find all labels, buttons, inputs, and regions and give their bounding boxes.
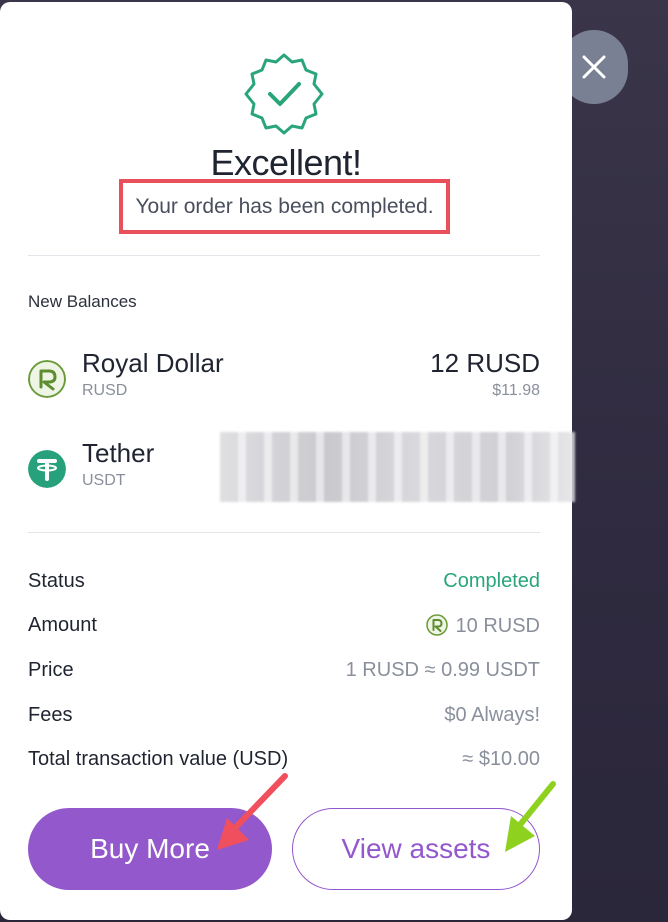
asset-usd-value: $11.98 [492, 382, 540, 399]
page-title: Excellent! [210, 142, 362, 183]
royal-dollar-icon [425, 614, 448, 636]
detail-label: Fees [28, 704, 73, 726]
close-icon [582, 55, 606, 79]
order-status-message: Your order has been completed. [119, 179, 450, 234]
detail-row-price: Price 1 RUSD ≈ 0.99 USDT [28, 659, 540, 689]
detail-label: Price [28, 659, 74, 681]
redacted-balance [220, 432, 575, 502]
amount-value: 10 RUSD [455, 615, 540, 637]
detail-value: ≈ $10.00 [462, 748, 540, 770]
asset-code: USDT [82, 472, 126, 489]
red-arrow-annotation-icon [217, 773, 288, 850]
asset-code: RUSD [82, 382, 128, 399]
detail-value: 10 RUSD [425, 614, 540, 638]
detail-row-fees: Fees $0 Always! [28, 704, 540, 734]
balance-row-rusd: Royal Dollar RUSD 12 RUSD $11.98 [28, 348, 540, 408]
order-status-text: Your order has been completed. [135, 194, 434, 218]
detail-row-amount: Amount 10 RUSD [28, 614, 540, 644]
asset-amount: 12 RUSD [430, 348, 540, 378]
detail-row-status: Status Completed [28, 570, 540, 600]
new-balances-label: New Balances [28, 292, 137, 311]
success-badge-icon [244, 53, 324, 135]
detail-value: $0 Always! [444, 704, 540, 726]
royal-dollar-icon [28, 360, 66, 398]
detail-label: Amount [28, 614, 97, 636]
tether-icon [28, 450, 66, 488]
status-badge: Completed [443, 570, 540, 592]
detail-label: Total transaction value (USD) [28, 748, 289, 770]
detail-value: 1 RUSD ≈ 0.99 USDT [345, 659, 540, 681]
green-arrow-annotation-icon [505, 781, 556, 852]
divider [28, 255, 540, 256]
detail-label: Status [28, 570, 85, 592]
asset-name: Royal Dollar [82, 348, 224, 378]
divider [28, 532, 540, 533]
asset-name: Tether [82, 438, 155, 468]
